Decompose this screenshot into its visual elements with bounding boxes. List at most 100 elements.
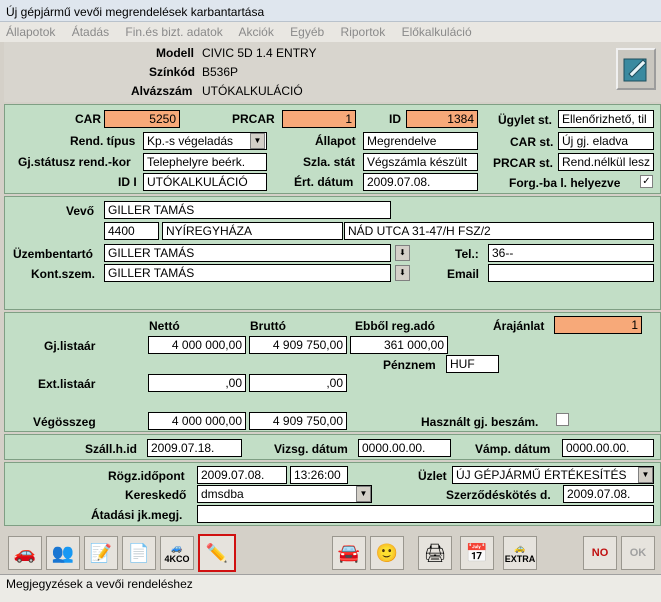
menu-elokalkulacio[interactable]: Előkalkuláció: [402, 25, 472, 39]
email-field[interactable]: [488, 264, 654, 282]
street-field[interactable]: NÁD UTCA 31-47/H FSZ/2: [344, 222, 654, 240]
atadasi-field[interactable]: [197, 505, 654, 523]
veg-netto-field[interactable]: 4 000 000,00: [148, 412, 246, 430]
prcar-st-field[interactable]: Rend.nélkül lesz: [558, 153, 654, 171]
keresk-chevron-down-icon[interactable]: ▼: [356, 486, 371, 502]
szall-field[interactable]: 2009.07.18.: [147, 439, 242, 457]
color-value: B536P: [202, 65, 239, 79]
car-st-field[interactable]: Új gj. eladva: [558, 132, 654, 150]
car-field[interactable]: 5250: [104, 110, 180, 128]
vamp-label: Vámp. dátum: [475, 442, 551, 456]
face-icon[interactable]: 🙂: [370, 536, 404, 570]
hasznalt-checkbox[interactable]: [556, 413, 569, 426]
people-icon[interactable]: 👥: [46, 536, 80, 570]
chassis-label: Alvázszám: [131, 84, 193, 98]
id-label: ID: [389, 112, 401, 126]
menu-riportok[interactable]: Riportok: [341, 25, 386, 39]
forg-checkbox[interactable]: ✓: [640, 175, 653, 188]
car-st-label: CAR st.: [510, 135, 554, 149]
tel-field[interactable]: 36--: [488, 244, 654, 262]
keresk-label: Kereskedő: [125, 488, 187, 502]
netto-header: Nettó: [149, 319, 180, 333]
allapot-field[interactable]: Megrendelve: [363, 132, 478, 150]
brutto-header: Bruttó: [250, 319, 286, 333]
szerz-label: Szerződéskötés d.: [446, 488, 551, 502]
uzem-label: Üzembentartó: [13, 247, 94, 261]
no-icon[interactable]: NO: [583, 536, 617, 570]
menu-atadas[interactable]: Átadás: [72, 25, 109, 39]
rogz-date-field[interactable]: 2009.07.08.: [197, 466, 287, 484]
email-label: Email: [447, 267, 480, 281]
edit-window-button[interactable]: [616, 48, 656, 90]
gj-brutto-field[interactable]: 4 909 750,00: [249, 336, 347, 354]
gj-status-label: Gj.státusz rend.-kor: [18, 155, 131, 169]
szla-stat-field[interactable]: Végszámla készült: [363, 153, 478, 171]
menu-fin-bizt[interactable]: Fin.és bizt. adatok: [125, 25, 222, 39]
vehicle-document-icon[interactable]: 📄: [122, 536, 156, 570]
veg-label: Végösszeg: [33, 415, 96, 429]
pen-note-icon[interactable]: ✏️: [198, 534, 236, 572]
cars-icon[interactable]: 🚘: [332, 536, 366, 570]
kont-lookup-icon[interactable]: ⬇: [395, 265, 410, 281]
kont-field[interactable]: GILLER TAMÁS: [104, 264, 391, 282]
ext-netto-field[interactable]: ,00: [148, 374, 246, 392]
id-i-field[interactable]: UTÓKALKULÁCIÓ: [143, 173, 267, 191]
menu-bar: Állapotok Átadás Fin.és bizt. adatok Akc…: [0, 22, 661, 42]
printer-icon[interactable]: 🖨: [418, 536, 452, 570]
prcar-field[interactable]: 1: [282, 110, 356, 128]
vevo-label: Vevő: [66, 204, 95, 218]
city-field[interactable]: NYÍREGYHÁZA: [162, 222, 343, 240]
zip-field[interactable]: 4400: [104, 222, 159, 240]
prcar-label: PRCAR: [232, 112, 275, 126]
hasznalt-label: Használt gj. beszám.: [421, 415, 539, 429]
menu-allapotok[interactable]: Állapotok: [6, 25, 55, 39]
uzem-lookup-icon[interactable]: ⬇: [395, 245, 410, 261]
atadasi-label: Átadási jk.megj.: [91, 508, 183, 522]
id-field[interactable]: 1384: [406, 110, 478, 128]
penznem-field[interactable]: HUF: [446, 355, 499, 373]
ext-brutto-field[interactable]: ,00: [249, 374, 347, 392]
edit-icon: [623, 58, 647, 82]
menu-egyeb[interactable]: Egyéb: [290, 25, 324, 39]
ert-datum-field[interactable]: 2009.07.08.: [363, 173, 478, 191]
vizsg-field[interactable]: 0000.00.00.: [358, 439, 451, 457]
szerz-field[interactable]: 2009.07.08.: [563, 485, 654, 503]
ok-label: OK: [629, 547, 647, 559]
ext-label: Ext.listaár: [38, 377, 96, 391]
forg-label: Forg.-ba l. helyezve: [509, 176, 621, 190]
no-label: NO: [591, 547, 609, 559]
extra-label: EXTRA: [504, 553, 536, 564]
vizsg-label: Vizsg. dátum: [274, 442, 348, 456]
kont-label: Kont.szem.: [31, 267, 96, 281]
kco-label: 4KCO: [164, 553, 190, 564]
keresk-select[interactable]: dmsdba: [197, 485, 372, 503]
car-4kco-icon[interactable]: 🚙 4KCO: [160, 536, 194, 570]
gj-reg-field[interactable]: 361 000,00: [350, 336, 448, 354]
car-extra-icon[interactable]: 🚕 EXTRA: [503, 536, 537, 570]
rogz-label: Rögz.időpont: [108, 469, 185, 483]
menu-akciok[interactable]: Akciók: [238, 25, 273, 39]
calendar-icon[interactable]: 📅: [460, 536, 494, 570]
document-sign-icon[interactable]: 📝: [84, 536, 118, 570]
car-icon[interactable]: 🚗: [8, 536, 42, 570]
vevo-field[interactable]: GILLER TAMÁS: [104, 201, 391, 219]
rend-tipus-select[interactable]: Kp.-s végeladás: [143, 132, 267, 150]
veg-brutto-field[interactable]: 4 909 750,00: [249, 412, 347, 430]
gj-status-field[interactable]: Telephelyre beérk.: [143, 153, 267, 171]
vamp-field[interactable]: 0000.00.00.: [562, 439, 654, 457]
szla-stat-label: Szla. stát: [303, 155, 356, 169]
rogz-time-field[interactable]: 13:26:00: [290, 466, 348, 484]
ugylet-field[interactable]: Ellenőrizhető, til: [558, 110, 654, 128]
allapot-label: Állapot: [315, 134, 356, 148]
car-label: CAR: [75, 112, 101, 126]
model-value: CIVIC 5D 1.4 ENTRY: [202, 46, 317, 60]
uzem-field[interactable]: GILLER TAMÁS: [104, 244, 391, 262]
arajanlat-label: Árajánlat: [493, 319, 545, 333]
uzlet-chevron-down-icon[interactable]: ▼: [638, 467, 653, 483]
arajanlat-field[interactable]: 1: [554, 316, 642, 334]
ok-icon[interactable]: OK: [621, 536, 655, 570]
uzlet-label: Üzlet: [418, 469, 447, 483]
gj-netto-field[interactable]: 4 000 000,00: [148, 336, 246, 354]
chevron-down-icon[interactable]: ▼: [250, 133, 265, 149]
uzlet-select[interactable]: ÚJ GÉPJÁRMŰ ÉRTÉKESÍTÉS: [452, 466, 654, 484]
